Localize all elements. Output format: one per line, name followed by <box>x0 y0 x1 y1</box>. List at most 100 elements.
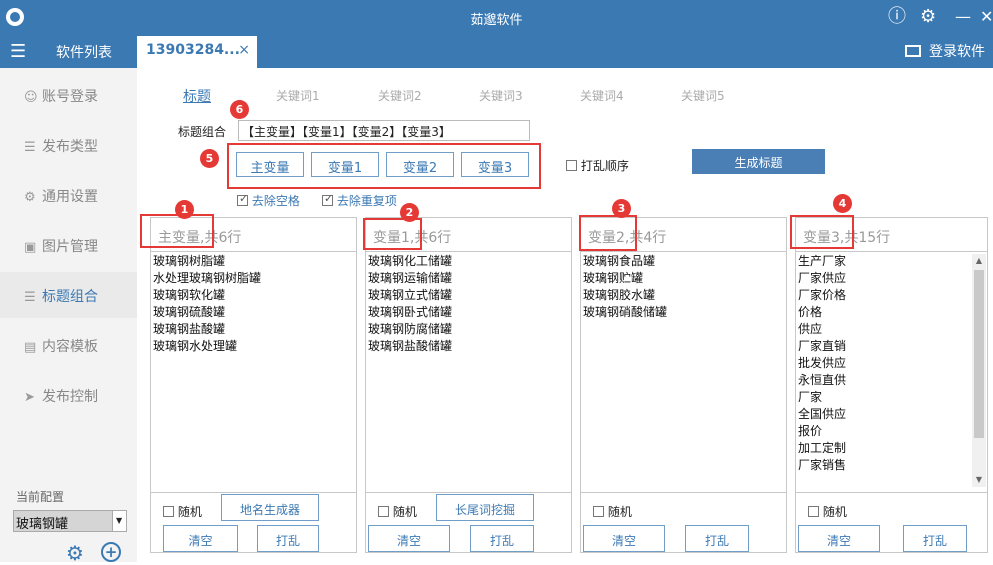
shuffle-button[interactable]: 打乱 <box>257 525 319 552</box>
list-item[interactable]: 玻璃钢盐酸储罐 <box>368 338 571 355</box>
checkbox-checked[interactable] <box>237 192 248 206</box>
image-icon: ▣ <box>24 240 37 255</box>
list-item[interactable]: 厂家供应 <box>798 270 987 287</box>
close-tab-icon[interactable]: × <box>238 42 250 58</box>
list-item[interactable]: 玻璃钢盐酸罐 <box>153 321 356 338</box>
list-item[interactable]: 玻璃钢胶水罐 <box>583 287 786 304</box>
random-checkbox[interactable]: 随机 <box>378 503 417 520</box>
scroll-up-icon[interactable]: ▲ <box>972 254 986 268</box>
list-item[interactable]: 加工定制 <box>798 440 987 457</box>
settings-icon[interactable]: ⚙ <box>920 6 936 28</box>
remove-duplicate-checkbox[interactable]: 去除重复项 <box>322 192 397 209</box>
subtab-keyword-4[interactable]: 关键词4 <box>580 87 624 104</box>
list-item[interactable]: 玻璃钢水处理罐 <box>153 338 356 355</box>
list-item[interactable]: 玻璃钢防腐储罐 <box>368 321 571 338</box>
list-item[interactable]: 供应 <box>798 321 987 338</box>
sidebar-item-label: 通用设置 <box>42 189 98 205</box>
list-item[interactable]: 玻璃钢树脂罐 <box>153 253 356 270</box>
checkbox[interactable] <box>593 506 604 517</box>
random-checkbox[interactable]: 随机 <box>593 503 632 520</box>
list-item[interactable]: 玻璃钢运输储罐 <box>368 270 571 287</box>
remove-space-label: 去除空格 <box>251 194 300 208</box>
config-settings-icon[interactable]: ⚙ <box>66 543 84 563</box>
checkbox[interactable] <box>378 506 389 517</box>
checkbox[interactable] <box>566 160 577 171</box>
place-name-generator-button[interactable]: 地名生成器 <box>221 494 319 521</box>
panel-list[interactable]: 玻璃钢化工储罐 玻璃钢运输储罐 玻璃钢立式储罐 玻璃钢卧式储罐 玻璃钢防腐储罐 … <box>366 252 571 493</box>
sidebar-item-publish-control[interactable]: ➤ 发布控制 <box>0 372 137 418</box>
sidebar-item-label: 标题组合 <box>42 289 98 305</box>
close-icon[interactable]: ✕ <box>980 6 993 28</box>
clear-button[interactable]: 清空 <box>368 525 450 552</box>
list-item[interactable]: 全国供应 <box>798 406 987 423</box>
list-item[interactable]: 玻璃钢硫酸罐 <box>153 304 356 321</box>
subtab-keyword-2[interactable]: 关键词2 <box>378 87 422 104</box>
list-item[interactable]: 厂家价格 <box>798 287 987 304</box>
clear-button[interactable]: 清空 <box>798 525 880 552</box>
shuffle-button[interactable]: 打乱 <box>685 525 749 552</box>
menu-icon[interactable]: ☰ <box>10 41 26 62</box>
list-item[interactable]: 玻璃钢化工储罐 <box>368 253 571 270</box>
panel-list[interactable]: 生产厂家 厂家供应 厂家价格 价格 供应 厂家直销 批发供应 永恒直供 厂家 全… <box>796 252 987 493</box>
sidebar-item-title-combination[interactable]: ☰ 标题组合 <box>0 272 137 318</box>
list-icon: ☰ <box>24 140 36 155</box>
list-item[interactable]: 厂家销售 <box>798 457 987 474</box>
login-software-button[interactable]: 登录软件 <box>905 41 985 61</box>
subtab-keyword-5[interactable]: 关键词5 <box>681 87 725 104</box>
panel-scrollbar[interactable]: ▲ ▼ <box>972 254 986 487</box>
send-icon: ➤ <box>24 390 35 405</box>
list-item[interactable]: 水处理玻璃钢树脂罐 <box>153 270 356 287</box>
list-item[interactable]: 厂家直销 <box>798 338 987 355</box>
list-item[interactable]: 玻璃钢硝酸储罐 <box>583 304 786 321</box>
subtab-title[interactable]: 标题 <box>183 86 211 106</box>
current-config-label: 当前配置 <box>16 490 65 504</box>
info-icon[interactable]: ⓘ <box>888 6 906 28</box>
active-account-tab[interactable]: 13903284... × <box>137 36 257 68</box>
shuffle-button[interactable]: 打乱 <box>903 525 967 552</box>
generate-title-button[interactable]: 生成标题 <box>692 149 825 174</box>
list-item[interactable]: 玻璃钢食品罐 <box>583 253 786 270</box>
scroll-down-icon[interactable]: ▼ <box>972 473 986 487</box>
sidebar-item-general-settings[interactable]: ⚙ 通用设置 <box>0 172 137 218</box>
random-checkbox[interactable]: 随机 <box>163 503 202 520</box>
list-item[interactable]: 厂家 <box>798 389 987 406</box>
shuffle-button[interactable]: 打乱 <box>470 525 534 552</box>
subtab-keyword-1[interactable]: 关键词1 <box>276 87 320 104</box>
user-icon: ☺ <box>24 90 38 105</box>
sidebar-item-content-template[interactable]: ▤ 内容模板 <box>0 322 137 368</box>
list-item[interactable]: 报价 <box>798 423 987 440</box>
checkbox[interactable] <box>163 506 174 517</box>
list-item[interactable]: 玻璃钢软化罐 <box>153 287 356 304</box>
checkbox-checked[interactable] <box>322 192 333 206</box>
minimize-icon[interactable]: — <box>955 6 971 28</box>
subtab-keyword-3[interactable]: 关键词3 <box>479 87 523 104</box>
panel-list[interactable]: 玻璃钢食品罐 玻璃钢贮罐 玻璃钢胶水罐 玻璃钢硝酸储罐 <box>581 252 786 493</box>
random-label: 随机 <box>177 505 202 519</box>
add-config-icon[interactable]: + <box>101 542 121 562</box>
checkbox[interactable] <box>808 506 819 517</box>
list-item[interactable]: 生产厂家 <box>798 253 987 270</box>
random-checkbox[interactable]: 随机 <box>808 503 847 520</box>
list-item[interactable]: 批发供应 <box>798 355 987 372</box>
scroll-thumb[interactable] <box>974 270 984 438</box>
list-item[interactable]: 玻璃钢立式储罐 <box>368 287 571 304</box>
remove-space-checkbox[interactable]: 去除空格 <box>237 192 300 209</box>
software-list-tab[interactable]: 软件列表 <box>56 42 112 62</box>
clear-button[interactable]: 清空 <box>163 525 238 552</box>
current-config-select[interactable]: 玻璃钢罐 ▼ <box>13 510 127 532</box>
list-item[interactable]: 价格 <box>798 304 987 321</box>
list-item[interactable]: 永恒直供 <box>798 372 987 389</box>
chevron-down-icon[interactable]: ▼ <box>112 511 126 531</box>
sidebar-item-image-management[interactable]: ▣ 图片管理 <box>0 222 137 268</box>
shuffle-order-checkbox[interactable]: 打乱顺序 <box>566 157 629 174</box>
title-bar: 茹邈软件 ⓘ ⚙ — ✕ <box>0 0 993 36</box>
list-item[interactable]: 玻璃钢卧式储罐 <box>368 304 571 321</box>
list-item[interactable]: 玻璃钢贮罐 <box>583 270 786 287</box>
title-combo-input[interactable]: 【主变量】【变量1】【变量2】【变量3】 <box>238 120 530 141</box>
long-tail-keyword-button[interactable]: 长尾词挖掘 <box>436 494 534 521</box>
title-icon: ☰ <box>24 290 36 305</box>
panel-list[interactable]: 玻璃钢树脂罐 水处理玻璃钢树脂罐 玻璃钢软化罐 玻璃钢硫酸罐 玻璃钢盐酸罐 玻璃… <box>151 252 356 493</box>
sidebar-item-publish-type[interactable]: ☰ 发布类型 <box>0 122 137 168</box>
sidebar-item-account-login[interactable]: ☺ 账号登录 <box>0 72 137 118</box>
clear-button[interactable]: 清空 <box>583 525 665 552</box>
